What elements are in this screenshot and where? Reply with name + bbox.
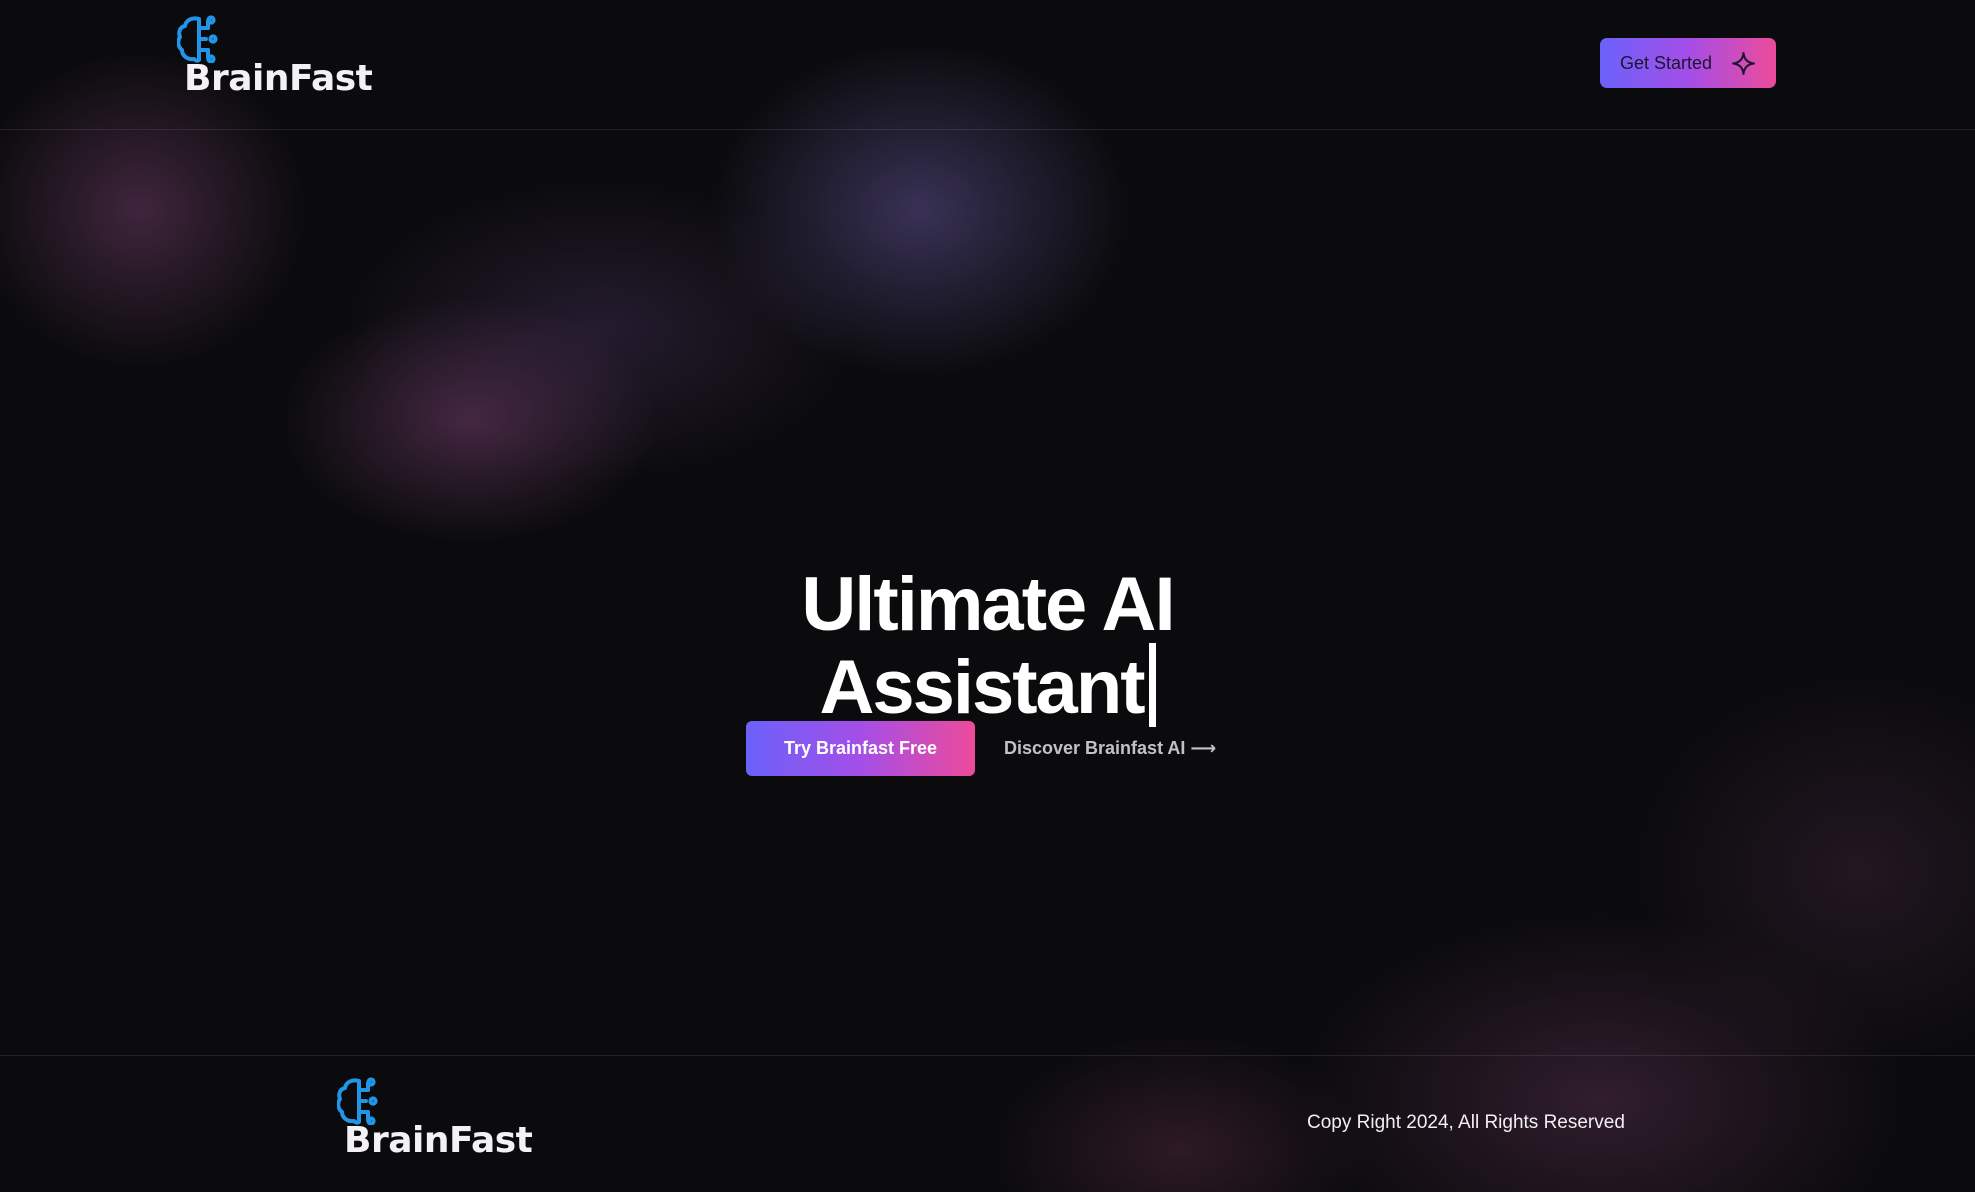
- footer-logo[interactable]: BrainFast: [337, 1077, 547, 1172]
- copyright-text: Copy Right 2024, All Rights Reserved: [1307, 1112, 1625, 1133]
- brain-circuit-icon: [177, 15, 218, 63]
- try-free-button[interactable]: Try Brainfast Free: [746, 721, 975, 776]
- site-footer: BrainFast Copy Right 2024, All Rights Re…: [0, 1055, 1975, 1192]
- typing-caret: [1148, 642, 1156, 727]
- get-started-button[interactable]: Get Started: [1600, 38, 1776, 88]
- sparkle-icon: [1732, 52, 1755, 75]
- hero-title-line-2-wrap: Assistant: [0, 642, 1975, 730]
- header-logo[interactable]: BrainFast: [177, 15, 387, 110]
- footer-brand-wordmark: BrainFast: [344, 1120, 533, 1161]
- hero-title-line-1: Ultimate AI: [801, 561, 1175, 647]
- brain-circuit-icon: [337, 1077, 378, 1125]
- get-started-label: Get Started: [1620, 52, 1713, 73]
- site-header: BrainFast Get Started: [0, 0, 1975, 130]
- hero-title-line-2: Assistant: [819, 644, 1145, 730]
- hero-title: Ultimate AI Assistant: [0, 566, 1975, 727]
- discover-link[interactable]: Discover Brainfast AI ⟶: [1004, 721, 1216, 776]
- brand-wordmark: BrainFast: [184, 58, 373, 99]
